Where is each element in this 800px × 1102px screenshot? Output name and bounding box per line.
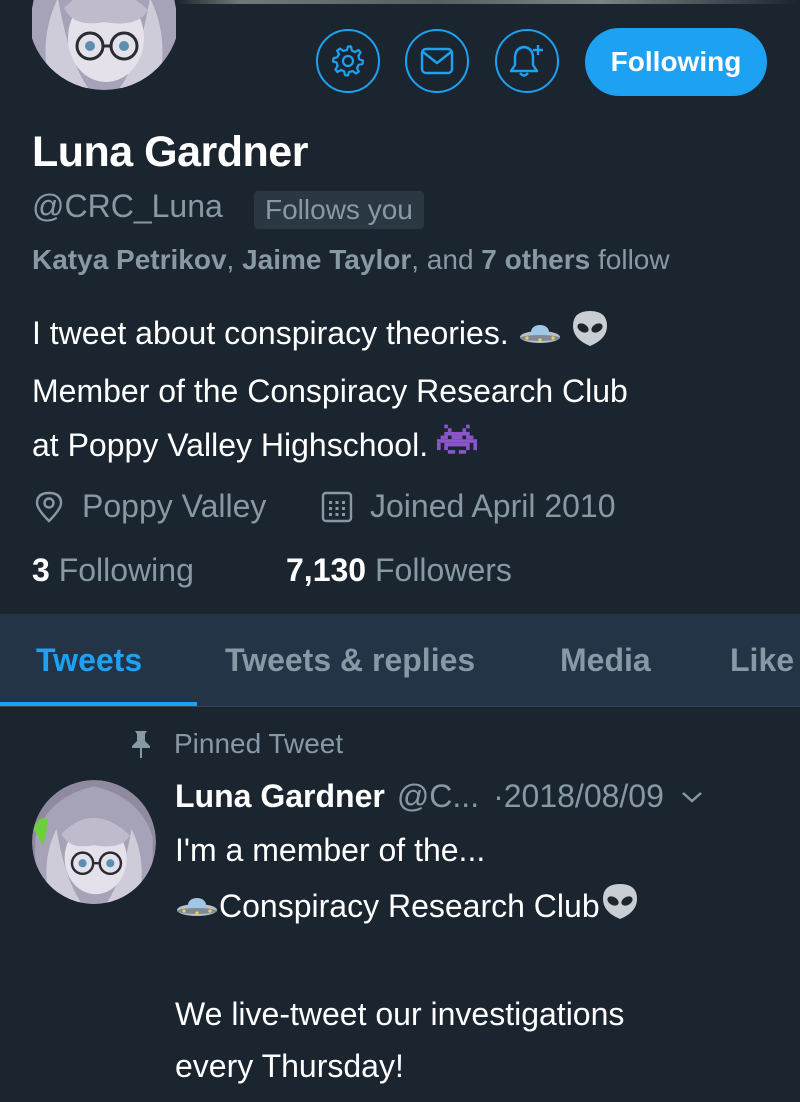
mail-icon [420,47,454,75]
tweet-line-4: We live-tweet our investigations [175,996,625,1033]
tweet-date[interactable]: ·2018/08/09 [493,778,664,815]
following-label: Following [49,552,194,588]
mutual-followers[interactable]: Katya Petrikov, Jaime Taylor, and 7 othe… [32,244,670,276]
tweet-line-1: I'm a member of the... [175,832,486,868]
profile-avatar[interactable] [28,0,180,90]
pin-icon [132,731,150,758]
followers-count: 7,130 [286,552,367,588]
tab-tweets-replies[interactable]: Tweets & replies [225,642,475,679]
follows-you-badge: Follows you [254,191,424,229]
settings-button[interactable] [316,29,380,93]
tweet-text[interactable]: I'm a member of the... Conspiracy Resear… [175,824,775,1092]
tweet-line-5: every Thursday! [175,1048,404,1085]
ufo-icon [518,309,562,363]
pinned-text: Pinned Tweet [174,728,344,759]
bell-add-icon [509,45,543,77]
following-button[interactable]: Following [585,28,767,96]
tweet-line-2-wrap: Conspiracy Research Club [175,880,775,936]
alien-icon [600,881,640,936]
gear-icon [332,45,364,77]
profile-handle: @CRC_Luna [32,188,223,224]
followers-label: Followers [366,552,512,588]
profile-bio: I tweet about conspiracy theories. Membe… [32,306,782,474]
mutual-name-1[interactable]: Katya Petrikov [32,244,227,275]
followers-count-link[interactable]: 7,130 Followers [286,552,512,589]
mutual-sep-2: , and [411,244,482,275]
tweet-line-3 [175,936,775,988]
tab-likes[interactable]: Like [730,642,794,679]
following-count-link[interactable]: 3 Following [32,552,194,589]
bio-line-3: at Poppy Valley Highschool. [32,426,437,463]
calendar-icon [321,491,353,522]
notifications-button[interactable] [495,29,559,93]
tab-media[interactable]: Media [560,642,651,679]
mutual-others[interactable]: 7 others [481,244,590,275]
following-count: 3 [32,552,50,588]
active-tab-indicator [0,702,197,706]
ufo-icon [175,883,219,935]
mutual-sep-1: , [226,244,243,275]
mutual-name-2[interactable]: Jaime Taylor [242,244,411,275]
message-button[interactable] [405,29,469,93]
joined-label: Joined April 2010 [370,488,616,524]
chevron-down-icon[interactable] [680,789,704,805]
profile-joined: Joined April 2010 [320,488,616,525]
tweet-line-2: Conspiracy Research Club [219,888,600,924]
profile-name: Luna Gardner [32,128,308,176]
location-pin-icon [35,491,63,523]
alien-icon [570,308,610,364]
profile-location: Poppy Valley [32,488,266,525]
bio-line-2: Member of the Conspiracy Research Club [32,372,628,409]
tweet-author[interactable]: Luna Gardner [175,778,385,815]
bio-line-1: I tweet about conspiracy theories. [32,315,518,351]
location-label: Poppy Valley [82,488,267,524]
mutual-suffix: follow [590,244,670,275]
pinned-tweet-label: Pinned Tweet [128,728,343,760]
tweet-header: Luna Gardner @C... ·2018/08/09 [175,778,704,815]
tweet-handle[interactable]: @C... [397,778,479,815]
space-invader-icon [436,420,477,474]
tweet-avatar[interactable] [32,780,156,904]
profile-tabs: Tweets Tweets & replies Media Like [0,614,800,707]
tab-tweets[interactable]: Tweets [36,642,142,679]
